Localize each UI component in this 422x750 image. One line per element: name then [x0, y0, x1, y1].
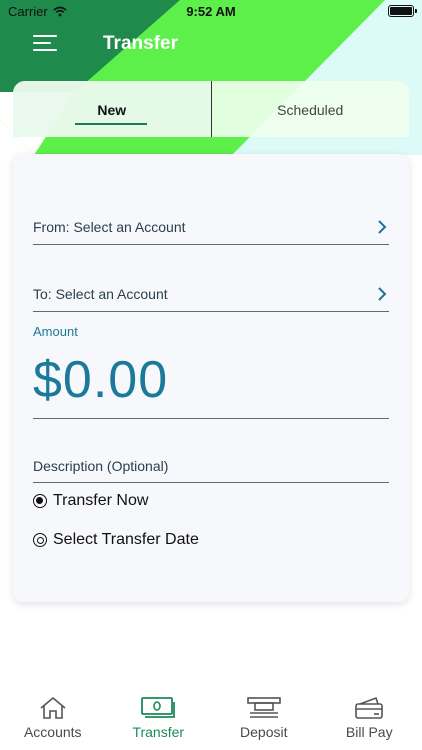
amount-label: Amount — [33, 324, 78, 339]
home-icon — [40, 696, 66, 719]
tab-new-label: New — [97, 102, 127, 118]
menu-button[interactable] — [33, 33, 59, 53]
radio-unselected-icon — [33, 533, 47, 547]
menu-icon-line — [33, 35, 57, 37]
wallet-icon — [355, 696, 384, 719]
deposit-icon — [246, 697, 281, 718]
chevron-right-icon — [378, 220, 387, 234]
to-account-selector[interactable]: To: Select an Account — [33, 276, 389, 312]
tabbar-label-accounts: Accounts — [23, 724, 82, 740]
page-title: Transfer — [103, 33, 178, 54]
tabbar-label-transfer: Transfer — [132, 724, 185, 740]
description-input[interactable]: Description (Optional) — [33, 450, 389, 483]
amount-input[interactable]: $0.00 — [33, 344, 389, 419]
status-bar: Carrier 9:52 AM — [0, 0, 422, 22]
cash-icon — [141, 697, 176, 718]
transfer-now-radio[interactable]: Transfer Now — [33, 492, 148, 510]
transfer-form-card: From: Select an Account To: Select an Ac… — [13, 154, 409, 602]
tabbar-label-bill-pay: Bill Pay — [345, 724, 393, 740]
select-transfer-date-label: Select Transfer Date — [53, 531, 199, 548]
from-account-selector[interactable]: From: Select an Account — [33, 209, 389, 245]
menu-icon-line — [33, 42, 51, 44]
bottom-tab-bar: Accounts Transfer Deposit Bill Pay — [0, 690, 422, 750]
tabbar-label-deposit: Deposit — [240, 724, 288, 740]
transfer-now-label: Transfer Now — [53, 492, 149, 509]
select-transfer-date-radio[interactable]: Select Transfer Date — [33, 531, 199, 549]
radio-selected-icon — [33, 494, 47, 508]
tab-new[interactable]: New — [13, 81, 211, 137]
clock: 9:52 AM — [186, 4, 236, 19]
transfer-tabs: New Scheduled — [13, 81, 409, 137]
chevron-right-icon — [378, 287, 387, 301]
tab-scheduled-label: Scheduled — [277, 102, 344, 118]
from-account-label: From: Select an Account — [33, 219, 186, 235]
tab-selected-indicator — [75, 123, 147, 125]
tabbar-item-bill-pay[interactable]: Bill Pay — [317, 690, 422, 750]
tab-scheduled[interactable]: Scheduled — [210, 81, 410, 137]
description-placeholder: Description (Optional) — [33, 458, 169, 474]
battery-icon — [388, 5, 417, 17]
tabbar-item-deposit[interactable]: Deposit — [211, 690, 317, 750]
amount-value: $0.00 — [33, 351, 169, 409]
menu-icon-line — [33, 49, 57, 51]
tabbar-item-accounts[interactable]: Accounts — [0, 690, 106, 750]
tabbar-item-transfer[interactable]: Transfer — [106, 690, 212, 750]
to-account-label: To: Select an Account — [33, 286, 168, 302]
